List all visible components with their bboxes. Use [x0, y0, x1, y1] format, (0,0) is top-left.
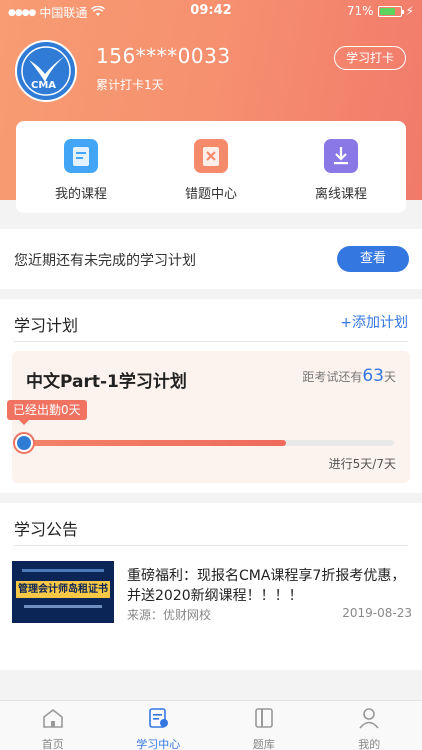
progress-bar	[22, 440, 394, 446]
avatar[interactable]: CMA	[15, 40, 77, 102]
study-center-icon	[146, 707, 170, 733]
user-phone: 156****0033	[96, 44, 231, 68]
status-bar: ●●●● 中国联通 09:42 71% ⚡	[0, 0, 422, 22]
tab-label: 题库	[252, 738, 275, 750]
announcement-thumbnail: 管理会计师岛租证书	[12, 561, 114, 623]
user-icon	[357, 707, 381, 733]
thumbnail-text: 管理会计师岛租证书	[16, 581, 110, 598]
countdown-prefix: 距考试还有	[302, 370, 363, 384]
quick-link-label: 错题中心	[184, 187, 237, 202]
avatar-text: CMA	[31, 80, 57, 91]
quick-links-card: 我的课程 错题中心 离线课程	[16, 121, 406, 213]
exam-countdown: 距考试还有63天	[302, 366, 396, 386]
quick-link-wrong-questions[interactable]: 错题中心	[146, 121, 276, 213]
section-title: 学习计划	[14, 316, 79, 335]
quick-link-my-courses[interactable]: 我的课程	[16, 121, 146, 213]
plan-card[interactable]: 中文Part-1学习计划 距考试还有63天 已经出勤0天 进行5天/7天	[7, 351, 410, 483]
announcement-source: 来源：优财网校	[127, 608, 212, 622]
add-plan-link[interactable]: +添加计划	[340, 312, 408, 332]
battery-percent: 71%	[346, 4, 374, 18]
question-bank-icon	[252, 707, 276, 733]
battery-icon	[377, 5, 404, 17]
tab-question-bank[interactable]: 题库	[211, 701, 317, 750]
progress-text: 进行5天/7天	[328, 457, 396, 471]
plan-banner-text: 您近期还有未完成的学习计划	[14, 253, 196, 269]
bottom-tab-bar: 首页 学习中心 题库 我的	[0, 700, 422, 750]
wrong-book-icon	[194, 139, 228, 173]
countdown-suffix: 天	[383, 370, 396, 384]
download-icon	[324, 139, 358, 173]
punch-days: 累计打卡1天	[96, 78, 164, 92]
tab-label: 首页	[41, 738, 64, 750]
announcement-section: 学习公告 管理会计师岛租证书 重磅福利：现报名CMA课程享7折报考优惠，并送20…	[0, 503, 422, 670]
tab-mine[interactable]: 我的	[317, 701, 422, 750]
progress-knob	[13, 432, 35, 454]
divider	[14, 545, 408, 546]
divider	[14, 341, 408, 342]
section-title: 学习公告	[14, 520, 79, 539]
charging-icon: ⚡	[405, 4, 414, 18]
book-icon	[64, 139, 98, 173]
announcement-title: 重磅福利：现报名CMA课程享7折报考优惠，并送2020新纲课程！！！！	[127, 568, 406, 604]
home-icon	[41, 707, 65, 733]
tab-home[interactable]: 首页	[0, 701, 106, 750]
announcement-item[interactable]: 管理会计师岛租证书 重磅福利：现报名CMA课程享7折报考优惠，并送2020新纲课…	[12, 561, 412, 623]
announcement-date: 2019-08-23	[342, 606, 412, 620]
study-plan-section: 学习计划 +添加计划 中文Part-1学习计划 距考试还有63天 已经出勤0天 …	[0, 299, 422, 493]
tab-label: 学习中心	[136, 738, 181, 750]
unfinished-plan-banner: 您近期还有未完成的学习计划 查看	[0, 229, 422, 289]
progress-fill	[22, 440, 287, 446]
quick-link-label: 我的课程	[54, 187, 107, 202]
view-plan-button[interactable]: 查看	[337, 246, 409, 272]
attendance-tag: 已经出勤0天	[7, 400, 87, 425]
plan-name: 中文Part-1学习计划	[26, 372, 187, 392]
countdown-days: 63	[362, 366, 384, 386]
tab-label: 我的	[358, 738, 381, 750]
tab-study-center[interactable]: 学习中心	[106, 701, 212, 750]
quick-link-offline-courses[interactable]: 离线课程	[276, 121, 406, 213]
quick-link-label: 离线课程	[314, 187, 367, 202]
checkin-button[interactable]: 学习打卡	[334, 46, 406, 70]
